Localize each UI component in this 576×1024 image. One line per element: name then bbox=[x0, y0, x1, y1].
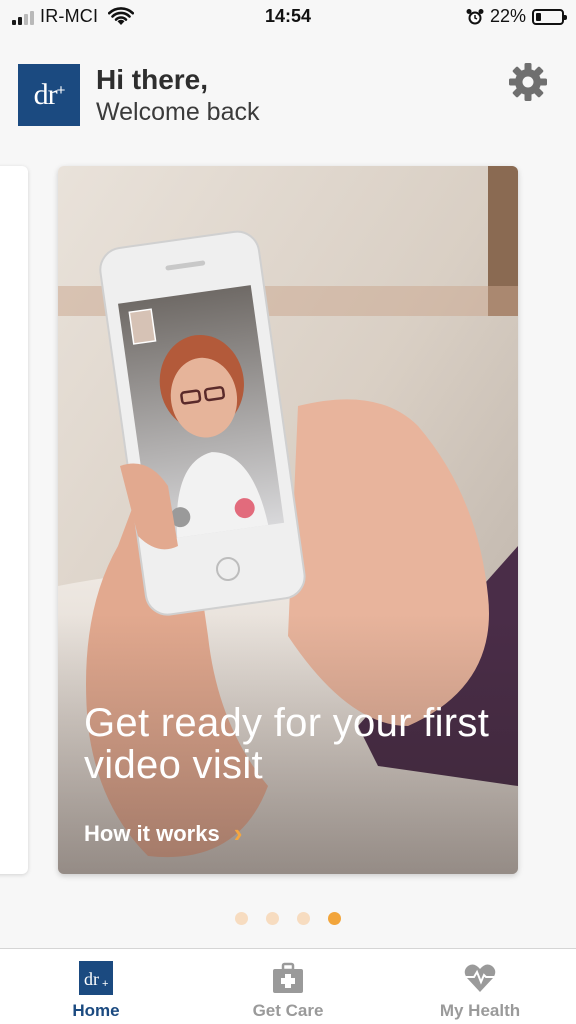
greeting-subtitle: Welcome back bbox=[96, 98, 260, 126]
how-it-works-label: How it works bbox=[84, 820, 220, 846]
card-title: Get ready for your first video visit bbox=[84, 701, 490, 787]
tab-home-label: Home bbox=[72, 1001, 120, 1020]
svg-text:dr: dr bbox=[84, 969, 99, 989]
battery-level bbox=[536, 12, 542, 21]
header: dr+ Hi there, Welcome back bbox=[0, 50, 576, 140]
chevron-right-icon: › bbox=[233, 818, 243, 848]
status-bar: IR-MCI 14:54 22% bbox=[0, 0, 576, 34]
page-dot[interactable] bbox=[235, 912, 248, 925]
page-dot[interactable] bbox=[297, 912, 310, 925]
alarm-icon bbox=[466, 8, 484, 24]
svg-text:+: + bbox=[102, 978, 108, 990]
home-logo-icon: dr + bbox=[79, 961, 113, 995]
greeting-title: Hi there, bbox=[96, 64, 209, 95]
page-dot[interactable] bbox=[266, 912, 279, 925]
battery-icon bbox=[532, 8, 567, 25]
how-it-works-link[interactable]: How it works › bbox=[84, 818, 242, 849]
tab-my-health[interactable]: My Health bbox=[384, 949, 576, 1024]
battery-percentage: 22% bbox=[489, 6, 526, 26]
tab-bar: dr + Home Get Care My Health bbox=[0, 948, 576, 1024]
tab-get-care[interactable]: Get Care bbox=[192, 949, 384, 1024]
previous-card[interactable] bbox=[0, 166, 28, 874]
tab-my-health-label: My Health bbox=[439, 1001, 521, 1020]
logo-text: dr+ bbox=[33, 78, 66, 111]
video-visit-card[interactable]: Get ready for your first video visit How… bbox=[58, 166, 518, 874]
tab-get-care-label: Get Care bbox=[252, 1001, 324, 1020]
gear-icon[interactable] bbox=[506, 60, 550, 104]
status-bar-right: 22% bbox=[466, 6, 567, 27]
tab-home[interactable]: dr + Home bbox=[0, 949, 192, 1024]
page-dot-active[interactable] bbox=[328, 912, 341, 925]
heart-pulse-icon bbox=[464, 964, 496, 992]
home-screen: IR-MCI 14:54 22% dr+ Hi there, Welcome b… bbox=[0, 0, 576, 1024]
page-indicator bbox=[0, 912, 576, 925]
medical-kit-icon bbox=[273, 962, 303, 993]
app-logo: dr+ bbox=[18, 64, 80, 126]
